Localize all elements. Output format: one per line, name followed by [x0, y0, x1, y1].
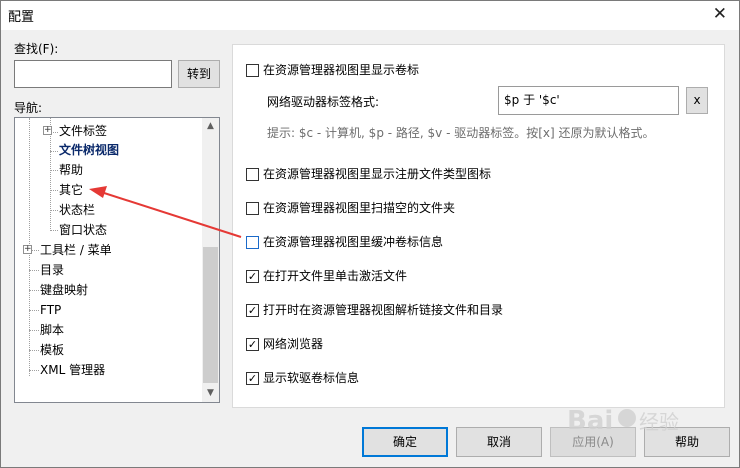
nav-item-toolbar-menu[interactable]: 工具栏 / 菜单 — [40, 241, 112, 260]
tree-line — [50, 230, 58, 231]
checkbox-checked[interactable]: ✓ — [246, 270, 259, 283]
tree-line — [29, 290, 39, 291]
apply-button[interactable]: 应用(A) — [550, 427, 636, 457]
tree-line — [29, 370, 39, 371]
nav-item-file-tree-view[interactable]: 文件树视图 — [59, 141, 120, 160]
close-icon[interactable]: ✕ — [713, 4, 727, 24]
title-bar: 配置 ✕ — [1, 1, 739, 30]
nav-item-help[interactable]: 帮助 — [59, 161, 83, 180]
tree-line — [29, 350, 39, 351]
ok-button[interactable]: 确定 — [362, 427, 448, 457]
scroll-up-icon[interactable]: ▲ — [202, 118, 219, 135]
checkbox[interactable] — [246, 64, 259, 77]
cancel-button[interactable]: 取消 — [456, 427, 542, 457]
help-button[interactable]: 帮助 — [644, 427, 730, 457]
tree-line — [29, 270, 39, 271]
scroll-thumb[interactable] — [203, 247, 218, 383]
tree-line — [29, 330, 39, 331]
tree-line — [50, 190, 58, 191]
find-label: 查找(F): — [14, 42, 59, 56]
expand-plus-icon[interactable]: + — [23, 245, 32, 254]
checkbox-checked[interactable]: ✓ — [246, 304, 259, 317]
config-dialog: 配置 ✕ 查找(F): 转到 导航: + 文件标签 文件树视图 帮助 其它 状态… — [0, 0, 740, 468]
clear-format-button[interactable]: x — [686, 87, 708, 114]
nav-item-script[interactable]: 脚本 — [40, 321, 64, 340]
nav-item-keymap[interactable]: 键盘映射 — [40, 281, 88, 300]
nav-tree[interactable]: + 文件标签 文件树视图 帮助 其它 状态栏 窗口状态 + 工具栏 / 菜单 目… — [14, 117, 220, 403]
nav-item-window-state[interactable]: 窗口状态 — [59, 221, 107, 240]
drive-label-format-label: 网络驱动器标签格式: — [267, 95, 380, 109]
tree-scrollbar[interactable]: ▲ ▼ — [202, 118, 219, 402]
nav-item-file-tabs[interactable]: 文件标签 — [59, 122, 107, 141]
nav-item-template[interactable]: 模板 — [40, 341, 64, 360]
nav-item-ftp[interactable]: FTP — [40, 301, 61, 320]
drive-label-format-input[interactable]: $p 于 '$c' — [498, 86, 679, 115]
tree-line — [50, 151, 58, 152]
scroll-down-icon[interactable]: ▼ — [202, 385, 219, 402]
goto-button[interactable]: 转到 — [178, 60, 220, 88]
nav-item-xml-manager[interactable]: XML 管理器 — [40, 361, 105, 380]
nav-item-other[interactable]: 其它 — [59, 181, 83, 200]
tree-line — [50, 210, 58, 211]
window-title: 配置 — [8, 10, 35, 25]
nav-item-directory[interactable]: 目录 — [40, 261, 64, 280]
format-hint: 提示: $c - 计算机, $p - 路径, $v - 驱动器标签。按[x] 还… — [267, 126, 655, 140]
tree-line — [50, 170, 58, 171]
checkbox[interactable] — [246, 202, 259, 215]
find-input[interactable] — [14, 60, 172, 88]
checkbox[interactable] — [246, 236, 259, 249]
expand-plus-icon[interactable]: + — [43, 126, 52, 135]
nav-label: 导航: — [14, 101, 43, 115]
checkbox-checked[interactable]: ✓ — [246, 372, 259, 385]
checkbox[interactable] — [246, 168, 259, 181]
nav-item-status-bar[interactable]: 状态栏 — [59, 201, 95, 220]
checkbox-checked[interactable]: ✓ — [246, 338, 259, 351]
tree-line — [29, 310, 39, 311]
